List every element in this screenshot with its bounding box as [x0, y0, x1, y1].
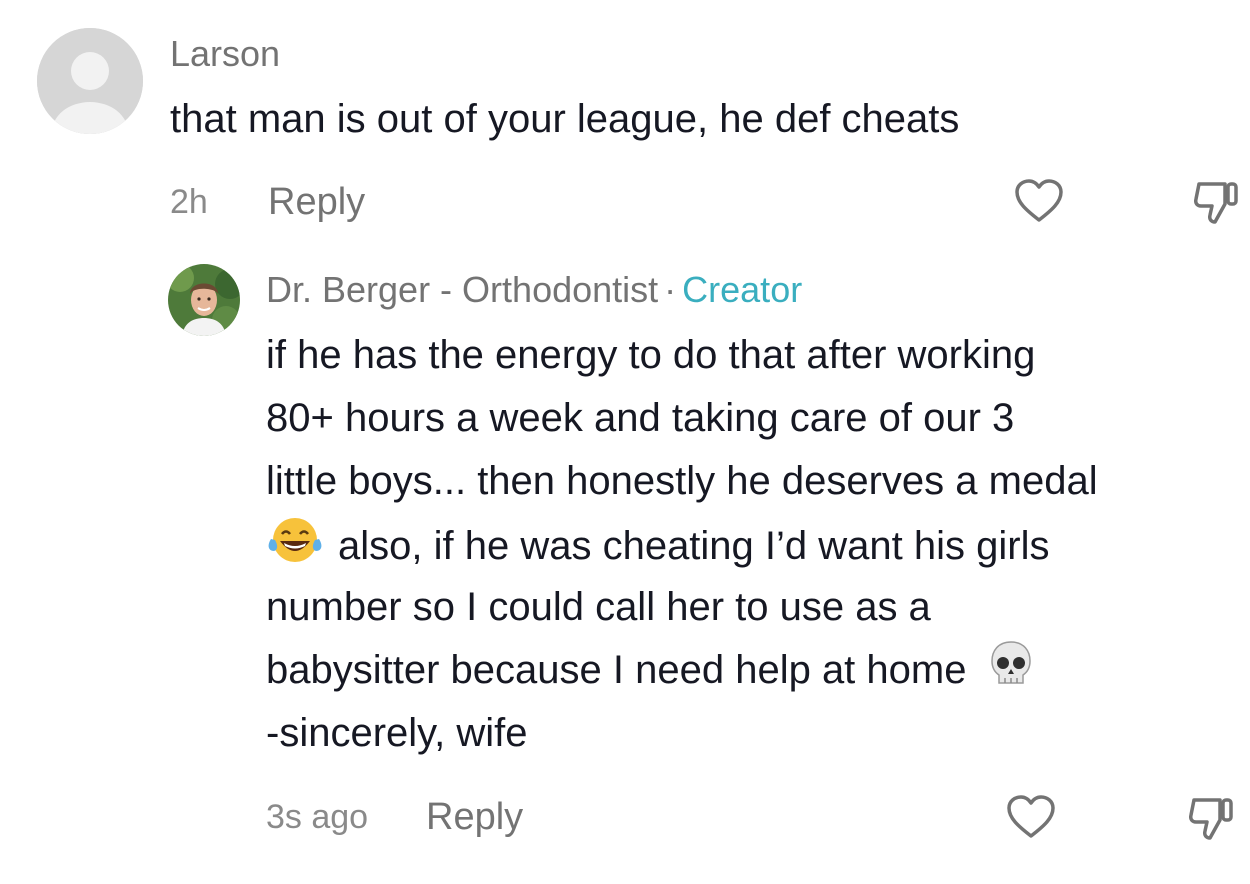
heart-outline-icon	[1007, 795, 1055, 838]
comment-username[interactable]: Larson	[170, 33, 280, 75]
thumbs-down-outline-icon	[1194, 182, 1238, 224]
reply-username-line: Dr. Berger - Orthodontist · Creator	[266, 269, 802, 311]
reply-text-line-with-emoji: also, if he was cheating I’d want his gi…	[266, 513, 1049, 583]
profile-photo	[168, 264, 240, 336]
reply-text-line: little boys... then honestly he deserves…	[266, 459, 1098, 503]
username-separator: ·	[664, 269, 677, 310]
heart-outline-icon	[1015, 179, 1063, 222]
reply-text-line: -sincerely, wife	[266, 711, 528, 755]
thumbs-down-outline-icon	[1189, 798, 1233, 840]
default-avatar-icon	[37, 28, 143, 134]
reply-text-line: number so I could call her to use as a	[266, 585, 931, 629]
creator-avatar[interactable]	[168, 264, 240, 336]
reply-like-button[interactable]	[1006, 794, 1056, 845]
reply-text-line: also, if he was cheating I’d want his gi…	[338, 524, 1050, 568]
reply-text-line: babysitter because I need help at home	[266, 648, 967, 692]
default-avatar[interactable]	[37, 28, 143, 134]
comment-like-button[interactable]	[1014, 178, 1064, 229]
laughing-tears-emoji-icon	[266, 513, 324, 583]
creator-badge: Creator	[682, 269, 803, 310]
reply-dislike-button[interactable]	[1186, 794, 1236, 847]
reply-timestamp: 3s ago	[266, 798, 369, 836]
reply-reply-button[interactable]: Reply	[426, 796, 523, 839]
reply-text-line: 80+ hours a week and taking care of our …	[266, 396, 1015, 440]
reply-username[interactable]: Dr. Berger - Orthodontist	[266, 269, 658, 310]
reply-text-line: if he has the energy to do that after wo…	[266, 333, 1036, 377]
skull-emoji-icon	[988, 639, 1034, 707]
comment-text: that man is out of your league, he def c…	[170, 97, 960, 141]
comment-timestamp: 2h	[170, 183, 208, 221]
comment-reply-button[interactable]: Reply	[268, 181, 365, 224]
comment-dislike-button[interactable]	[1191, 178, 1241, 231]
reply-text-line-with-emoji: babysitter because I need help at home	[266, 639, 1034, 707]
